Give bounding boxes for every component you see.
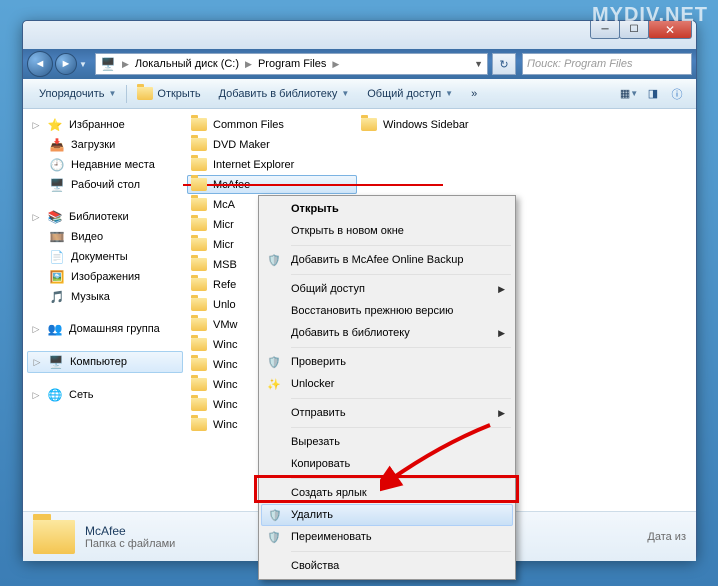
folder-icon — [191, 218, 207, 231]
folder-icon — [191, 338, 207, 351]
folder-icon — [191, 278, 207, 291]
homegroup-header[interactable]: ▷👥Домашняя группа — [27, 319, 183, 339]
add-to-library-button[interactable]: Добавить в библиотеку ▼ — [211, 84, 358, 104]
wand-icon: ✨ — [265, 378, 283, 391]
annotation-redline — [183, 184, 443, 186]
star-icon: ⭐ — [47, 117, 63, 133]
share-button[interactable]: Общий доступ ▼ — [359, 84, 461, 104]
libraries-icon: 📚 — [47, 209, 63, 225]
folder-icon — [191, 358, 207, 371]
breadcrumb-sep: ▶ — [120, 59, 131, 70]
folder-icon — [191, 158, 207, 171]
context-menu: Открыть Открыть в новом окне 🛡️Добавить … — [258, 195, 516, 580]
network-icon: 🌐 — [47, 387, 63, 403]
details-type: Папка с файлами — [85, 538, 175, 550]
sidebar-item-pictures[interactable]: 🖼️Изображения — [27, 267, 183, 287]
details-name: McAfee — [85, 524, 175, 538]
ctx-cut[interactable]: Вырезать — [261, 431, 513, 453]
address-dropdown[interactable]: ▼ — [474, 59, 483, 69]
breadcrumb-drive[interactable]: Локальный диск (C:) — [135, 58, 239, 70]
mcafee-icon: 🛡️ — [265, 254, 283, 267]
ctx-open[interactable]: Открыть — [261, 198, 513, 220]
shield-icon: 🛡️ — [266, 509, 284, 522]
pictures-icon: 🖼️ — [49, 269, 65, 285]
ctx-properties[interactable]: Свойства — [261, 555, 513, 577]
history-dropdown[interactable]: ▼ — [79, 60, 93, 69]
sidebar-item-desktop[interactable]: 🖥️Рабочий стол — [27, 175, 183, 195]
folder-icon — [137, 87, 153, 100]
documents-icon: 📄 — [49, 249, 65, 265]
folder-icon — [361, 118, 377, 131]
watermark: MYDIV.NET — [592, 4, 708, 27]
folder-item[interactable]: Internet Explorer — [187, 155, 357, 174]
back-button[interactable]: ◄ — [27, 51, 53, 77]
ctx-add-library[interactable]: Добавить в библиотеку▶ — [261, 322, 513, 344]
breadcrumb-sep: ▶ — [243, 59, 254, 70]
folder-icon — [191, 318, 207, 331]
view-button[interactable]: ▦ ▼ — [618, 83, 640, 105]
ctx-check[interactable]: 🛡️Проверить — [261, 351, 513, 373]
folder-icon — [191, 238, 207, 251]
folder-icon — [191, 178, 207, 191]
sidebar-item-downloads[interactable]: 📥Загрузки — [27, 135, 183, 155]
sidebar-item-recent[interactable]: 🕘Недавние места — [27, 155, 183, 175]
folder-icon — [191, 258, 207, 271]
mcafee-icon: 🛡️ — [265, 356, 283, 369]
sidebar-item-music[interactable]: 🎵Музыка — [27, 287, 183, 307]
breadcrumb-folder[interactable]: Program Files — [258, 58, 326, 70]
ctx-delete[interactable]: 🛡️Удалить — [261, 504, 513, 526]
refresh-button[interactable]: ↻ — [492, 53, 516, 75]
open-button[interactable]: Открыть — [129, 83, 208, 104]
help-button[interactable]: ⓘ — [666, 83, 688, 105]
computer-icon: 🖥️ — [48, 354, 64, 370]
ctx-open-new-window[interactable]: Открыть в новом окне — [261, 220, 513, 242]
network-header[interactable]: ▷🌐Сеть — [27, 385, 183, 405]
organize-button[interactable]: Упорядочить ▼ — [31, 84, 124, 104]
video-icon: 🎞️ — [49, 229, 65, 245]
folder-icon — [191, 298, 207, 311]
folder-item[interactable]: DVD Maker — [187, 135, 357, 154]
folder-icon — [191, 378, 207, 391]
search-box[interactable]: Поиск: Program Files — [522, 53, 692, 75]
navbar: ◄ ► ▼ 🖥️ ▶ Локальный диск (C:) ▶ Program… — [23, 49, 696, 79]
breadcrumb-sep: ▶ — [330, 59, 341, 70]
ctx-copy[interactable]: Копировать — [261, 453, 513, 475]
folder-icon — [191, 118, 207, 131]
preview-pane-button[interactable]: ◨ — [642, 83, 664, 105]
favorites-header[interactable]: ▷⭐Избранное — [27, 115, 183, 135]
folder-item[interactable]: Windows Sidebar — [357, 115, 527, 134]
folder-icon — [191, 398, 207, 411]
libraries-header[interactable]: ▷📚Библиотеки — [27, 207, 183, 227]
folder-icon — [191, 198, 207, 211]
folder-icon — [191, 418, 207, 431]
ctx-unlocker[interactable]: ✨Unlocker — [261, 373, 513, 395]
ctx-share[interactable]: Общий доступ▶ — [261, 278, 513, 300]
details-date-label: Дата из — [647, 531, 686, 543]
recent-icon: 🕘 — [49, 157, 65, 173]
ctx-restore-version[interactable]: Восстановить прежнюю версию — [261, 300, 513, 322]
toolbar: Упорядочить ▼ Открыть Добавить в библиот… — [23, 79, 696, 109]
forward-button[interactable]: ► — [55, 53, 77, 75]
ctx-rename[interactable]: 🛡️Переименовать — [261, 526, 513, 548]
music-icon: 🎵 — [49, 289, 65, 305]
search-placeholder: Поиск: Program Files — [527, 58, 632, 70]
ctx-mcafee-backup[interactable]: 🛡️Добавить в McAfee Online Backup — [261, 249, 513, 271]
downloads-icon: 📥 — [49, 137, 65, 153]
folder-icon — [191, 138, 207, 151]
sidebar-item-documents[interactable]: 📄Документы — [27, 247, 183, 267]
sidebar-item-video[interactable]: 🎞️Видео — [27, 227, 183, 247]
computer-header[interactable]: ▷🖥️Компьютер — [27, 351, 183, 373]
ctx-create-shortcut[interactable]: Создать ярлык — [261, 482, 513, 504]
desktop-icon: 🖥️ — [49, 177, 65, 193]
address-bar[interactable]: 🖥️ ▶ Локальный диск (C:) ▶ Program Files… — [95, 53, 488, 75]
homegroup-icon: 👥 — [47, 321, 63, 337]
toolbar-more[interactable]: » — [463, 84, 485, 104]
shield-icon: 🛡️ — [265, 531, 283, 544]
ctx-send-to[interactable]: Отправить▶ — [261, 402, 513, 424]
computer-icon: 🖥️ — [100, 56, 116, 72]
folder-item[interactable]: Common Files — [187, 115, 357, 134]
nav-pane: ▷⭐Избранное 📥Загрузки 🕘Недавние места 🖥️… — [23, 109, 183, 511]
folder-icon-large — [33, 520, 75, 554]
